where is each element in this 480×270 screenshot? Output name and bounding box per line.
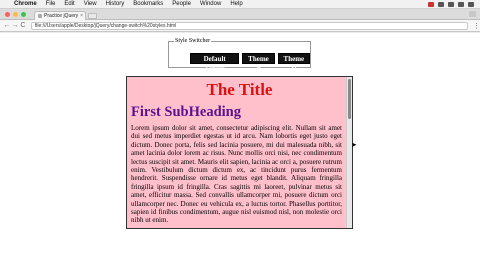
maximize-window-icon[interactable] bbox=[21, 12, 26, 17]
body-paragraph: Lorem ipsum dolor sit amet, consectetur … bbox=[131, 124, 342, 225]
page-title: The Title bbox=[206, 80, 273, 99]
status-icons bbox=[428, 1, 480, 7]
forward-arrow-icon[interactable]: → bbox=[11, 22, 19, 30]
sub-heading: First SubHeading bbox=[131, 104, 241, 120]
style-switcher-legend: Style Switcher bbox=[175, 38, 211, 44]
browser-menu-icon[interactable]: ⋮ bbox=[473, 22, 480, 30]
theme-b-button[interactable]: Theme B bbox=[277, 53, 311, 71]
address-bar[interactable]: file:///Users/apple/Desktop/jQuery/chang… bbox=[30, 21, 469, 30]
reload-icon[interactable]: C bbox=[19, 22, 27, 30]
menu-history[interactable]: History bbox=[106, 1, 125, 7]
default-theme-button[interactable]: Default Theme bbox=[190, 53, 240, 71]
tab-strip: Practice jQuery × bbox=[0, 9, 480, 20]
minimize-window-icon[interactable] bbox=[13, 12, 18, 17]
new-tab-button[interactable] bbox=[88, 13, 97, 19]
close-window-icon[interactable] bbox=[5, 12, 10, 17]
scrollbar-thumb[interactable] bbox=[348, 79, 351, 119]
menu-help[interactable]: Help bbox=[230, 1, 242, 7]
content-box: The Title First SubHeading Lorem ipsum d… bbox=[126, 76, 353, 229]
style-switcher: Style Switcher Default Theme Theme A The… bbox=[168, 38, 311, 71]
browser-tab[interactable]: Practice jQuery × bbox=[34, 11, 86, 20]
page-viewport: Style Switcher Default Theme Theme A The… bbox=[0, 33, 480, 270]
mac-menu-bar: Chrome File Edit View History Bookmarks … bbox=[0, 0, 480, 9]
menu-people[interactable]: People bbox=[172, 1, 191, 7]
battery-status-icon[interactable] bbox=[448, 1, 454, 7]
profile-button[interactable] bbox=[469, 11, 476, 17]
page-favicon-icon bbox=[38, 14, 42, 18]
search-status-icon[interactable] bbox=[458, 1, 464, 7]
menu-view[interactable]: View bbox=[84, 1, 97, 7]
theme-button-group: Default Theme Theme A Theme B bbox=[190, 53, 311, 71]
menu-file[interactable]: File bbox=[46, 1, 56, 7]
menu-window[interactable]: Window bbox=[200, 1, 221, 7]
content-scrollbar[interactable] bbox=[346, 77, 352, 228]
tab-close-icon[interactable]: × bbox=[80, 13, 83, 19]
back-arrow-icon[interactable]: ← bbox=[3, 22, 11, 30]
menu-bookmarks[interactable]: Bookmarks bbox=[133, 1, 163, 7]
record-status-icon[interactable] bbox=[428, 1, 434, 7]
menu-edit[interactable]: Edit bbox=[64, 1, 74, 7]
theme-a-button[interactable]: Theme A bbox=[242, 53, 275, 71]
tab-title: Practice jQuery bbox=[44, 13, 79, 19]
window-controls bbox=[5, 12, 26, 17]
notifications-status-icon[interactable] bbox=[468, 1, 474, 7]
browser-toolbar: ← → C file:///Users/apple/Desktop/jQuery… bbox=[0, 20, 480, 32]
menu-chrome[interactable]: Chrome bbox=[14, 1, 37, 7]
wifi-status-icon[interactable] bbox=[438, 1, 444, 7]
mouse-cursor-icon: ➤ bbox=[351, 142, 357, 149]
